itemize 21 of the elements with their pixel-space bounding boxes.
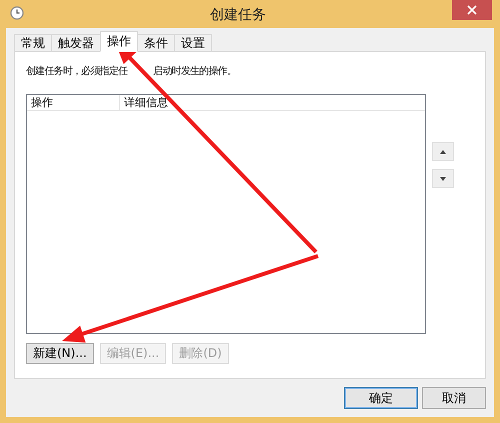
dialog-button[interactable]: 确定 xyxy=(344,387,418,409)
tab[interactable]: 设置 xyxy=(174,34,212,51)
column-header[interactable]: 操作 xyxy=(27,95,120,110)
caret-down-icon xyxy=(440,176,446,180)
description-text: 创建任务时，必须指定任 xyxy=(26,64,128,79)
window-title: 创建任务 xyxy=(209,6,267,24)
tab[interactable]: 条件 xyxy=(137,34,175,51)
caret-up-icon xyxy=(440,150,446,154)
description-text: 启动时发生的操作。 xyxy=(153,64,236,79)
move-down-button[interactable] xyxy=(432,169,454,188)
dialog-button[interactable]: 取消 xyxy=(422,387,486,409)
tab[interactable]: 常规 xyxy=(14,34,52,51)
actions-list[interactable]: 操作 详细信息 xyxy=(26,94,426,334)
move-up-button[interactable] xyxy=(432,142,454,161)
tab[interactable]: 操作 xyxy=(100,31,138,52)
tab[interactable]: 触发器 xyxy=(51,34,101,51)
clock-icon xyxy=(10,6,24,20)
column-header[interactable]: 详细信息 xyxy=(120,95,168,110)
close-button[interactable] xyxy=(452,0,492,20)
action-button[interactable]: 新建(N)... xyxy=(26,343,94,364)
close-icon xyxy=(467,5,477,15)
